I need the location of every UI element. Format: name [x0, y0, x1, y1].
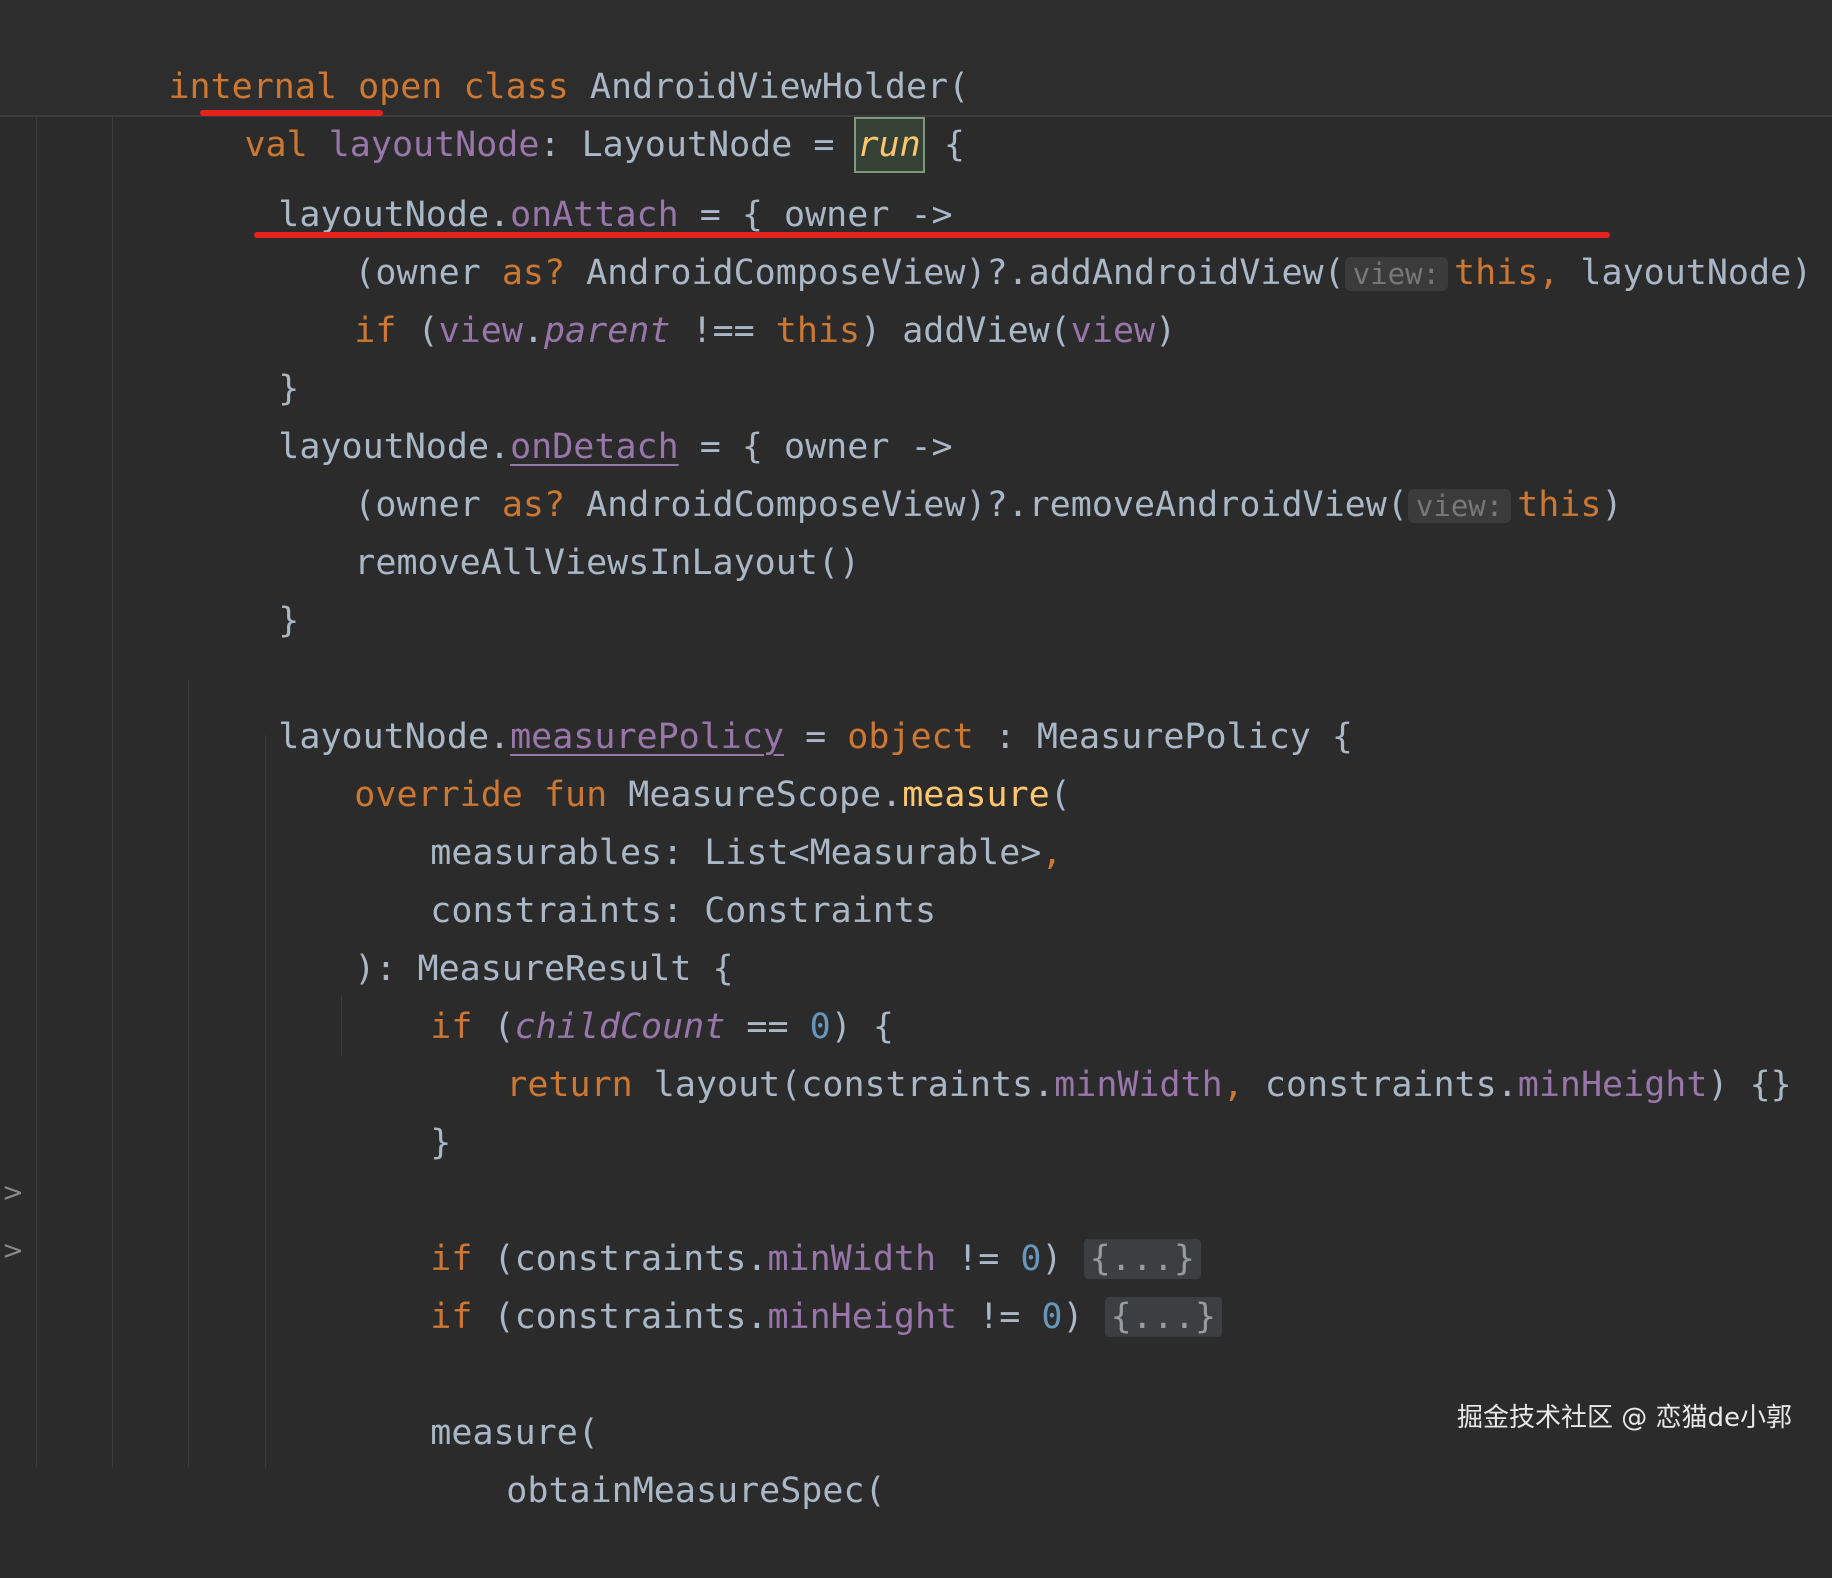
code-text: : LayoutNode = [539, 125, 856, 165]
code-text: (constraints. [472, 1297, 768, 1337]
code-text: { [922, 125, 965, 165]
code-line: constraints: Constraints [0, 824, 1832, 931]
keyword: val [244, 125, 308, 165]
property-name: minHeight [767, 1297, 958, 1337]
code-line: } [0, 1056, 1832, 1163]
code-line: measurables: List<Measurable>, [0, 766, 1832, 873]
annotation-underline [200, 110, 383, 116]
code-line: if (constraints.minWidth != 0) {...} [0, 1172, 1832, 1279]
code-editor[interactable]: internal open class AndroidViewHolder( v… [0, 0, 1832, 1511]
number-literal: 0 [1041, 1297, 1063, 1337]
watermark: 掘金技术社区 @ 恋猫de小郭 [1456, 1403, 1792, 1433]
code-text: obtainMeasureSpec( [506, 1471, 886, 1511]
code-line: (owner as? AndroidComposeView)?.removeAn… [0, 418, 1832, 525]
code-line: if (constraints.minHeight != 0) {...} [0, 1230, 1832, 1337]
code-line: } [0, 534, 1832, 641]
code-line: return layout(constraints.minWidth, cons… [0, 998, 1832, 1105]
property-name: layoutNode [328, 125, 540, 165]
code-text: ) [1062, 1297, 1105, 1337]
keyword: if [430, 1297, 473, 1337]
code-line: ): MeasureResult { [0, 882, 1832, 989]
code-line: removeAllViewsInLayout() [0, 476, 1832, 583]
run-function-highlight: run [853, 117, 925, 173]
folded-block[interactable]: {...} [1104, 1297, 1223, 1337]
code-text: } [430, 1123, 452, 1163]
code-line: override fun MeasureScope.measure( [0, 708, 1832, 815]
code-line: val layoutNode: LayoutNode = run { [0, 58, 1832, 173]
code-line: if (childCount == 0) { [0, 940, 1832, 1047]
code-line: internal open class AndroidViewHolder( [0, 0, 1832, 107]
code-text: } [278, 601, 300, 641]
annotation-underline [254, 232, 1610, 238]
code-text: != [957, 1297, 1042, 1337]
code-line: layoutNode.onDetach = { owner -> [0, 360, 1832, 467]
code-line: } [0, 302, 1832, 409]
code-line: if (view.parent !== this) addView(view) [0, 244, 1832, 351]
sticky-header: internal open class AndroidViewHolder( v… [0, 0, 1832, 173]
code-line: layoutNode.measurePolicy = object : Meas… [0, 650, 1832, 757]
code-line: measure( [0, 1346, 1832, 1453]
